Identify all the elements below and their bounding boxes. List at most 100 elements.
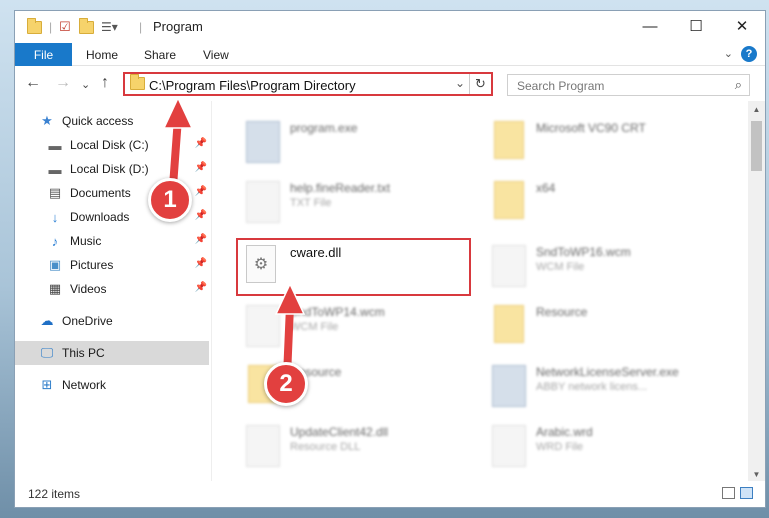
details-view-icon[interactable]	[722, 487, 735, 499]
list-item[interactable]: SndToWP16.wcm WCM File	[484, 239, 724, 295]
sidebar-item-local-disk-c[interactable]: ▬ Local Disk (C:) 📌	[15, 133, 209, 157]
sidebar-item-local-disk-d[interactable]: ▬ Local Disk (D:) 📌	[15, 157, 209, 181]
folder-icon	[130, 74, 145, 93]
sidebar-item-label: Local Disk (C:)	[70, 138, 149, 152]
navigation-pane: ★ Quick access ▬ Local Disk (C:) 📌 ▬ Loc…	[15, 101, 211, 483]
pictures-icon: ▣	[48, 257, 62, 272]
drive-icon: ▬	[48, 161, 62, 177]
address-row: ← → ⌄ ↑ C:\Program Files\Program Directo…	[15, 67, 765, 101]
tab-file[interactable]: File	[15, 43, 72, 66]
large-icons-view-icon[interactable]	[740, 487, 753, 499]
chevron-down-icon[interactable]: ⌄	[724, 47, 733, 60]
up-arrow-icon[interactable]: ↑	[101, 74, 109, 92]
file-name: Microsoft VC90 CRT	[536, 121, 646, 135]
pin-icon[interactable]: 📌	[195, 162, 207, 173]
help-icon[interactable]: ?	[741, 46, 757, 62]
tab-home[interactable]: Home	[86, 48, 118, 62]
sidebar-item-label: Documents	[70, 186, 131, 200]
sidebar-item-onedrive[interactable]: ☁ OneDrive	[15, 309, 209, 333]
app-icon	[492, 365, 526, 407]
tab-share[interactable]: Share	[144, 48, 176, 62]
file-list: program.exe Microsoft VC90 CRT help.fine…	[211, 101, 749, 483]
folder-icon	[494, 121, 524, 159]
back-arrow-icon[interactable]: ←	[25, 74, 41, 92]
file-icon	[246, 305, 280, 347]
properties-icon[interactable]: ☑	[59, 18, 71, 36]
sidebar-item-network[interactable]: ⊞ Network	[15, 373, 209, 397]
cloud-icon: ☁	[40, 313, 54, 328]
address-bar[interactable]: C:\Program Files\Program Directory ⌄ ↻	[123, 72, 493, 96]
folder-icon[interactable]	[27, 17, 42, 36]
forward-arrow-icon[interactable]: →	[55, 74, 71, 92]
search-input[interactable]: Search Program ⌕	[507, 74, 750, 96]
file-type: WCM File	[290, 321, 339, 333]
callout-2: 2	[264, 362, 308, 406]
window-title: Program	[153, 19, 203, 34]
file-name: UpdateClient42.dll	[290, 425, 389, 439]
sidebar-item-pictures[interactable]: ▣ Pictures 📌	[15, 253, 209, 277]
maximize-button[interactable]: ☐	[673, 11, 719, 41]
callout-1: 1	[148, 178, 192, 222]
explorer-window: | ☑ ☰▾ | Program — ☐ ✕ File Home Share V…	[14, 10, 766, 508]
pin-icon[interactable]: 📌	[195, 138, 207, 149]
pin-icon[interactable]: 📌	[195, 234, 207, 245]
sidebar-item-videos[interactable]: ▦ Videos 📌	[15, 277, 209, 301]
videos-icon: ▦	[48, 281, 62, 296]
search-icon[interactable]: ⌕	[735, 77, 742, 93]
text-file-icon	[246, 181, 280, 223]
dll-icon	[246, 425, 280, 467]
refresh-icon[interactable]: ↻	[469, 74, 491, 94]
network-icon: ⊞	[41, 377, 53, 392]
tab-view[interactable]: View	[203, 48, 229, 62]
list-item[interactable]: SndToWP14.wcm WCM File	[238, 299, 478, 355]
customize-quick-access-icon[interactable]: ☰▾	[101, 18, 118, 36]
list-item[interactable]: NetworkLicenseServer.exe ABBY network li…	[484, 359, 724, 415]
folder-icon	[494, 181, 524, 219]
pin-icon[interactable]: 📌	[195, 258, 207, 269]
file-icon	[492, 245, 526, 287]
list-item[interactable]: program.exe	[238, 115, 478, 171]
sidebar-item-label: Quick access	[62, 114, 134, 128]
sidebar-item-this-pc[interactable]: 🖵 This PC	[15, 341, 209, 365]
sidebar-item-music[interactable]: ♪ Music 📌	[15, 229, 209, 253]
search-placeholder: Search Program	[517, 79, 605, 93]
pin-icon[interactable]: 📌	[195, 186, 207, 197]
list-item[interactable]: Resource	[484, 299, 724, 355]
pin-icon[interactable]: 📌	[195, 210, 207, 221]
file-type: WCM File	[536, 261, 585, 273]
close-button[interactable]: ✕	[719, 11, 765, 41]
minimize-button[interactable]: —	[627, 11, 673, 41]
file-name: Resource	[536, 305, 588, 319]
list-item[interactable]: Arabic.wrd WRD File	[484, 419, 724, 475]
separator-icon: |	[139, 20, 143, 34]
scroll-thumb[interactable]	[751, 121, 762, 171]
file-type: TXT File	[290, 197, 332, 209]
file-type: ABBY network licens...	[536, 381, 648, 393]
highlight-box	[236, 238, 471, 296]
new-folder-icon[interactable]	[79, 17, 94, 36]
chevron-down-icon[interactable]: ⌄	[455, 76, 465, 90]
sidebar-item-quick-access[interactable]: ★ Quick access	[15, 109, 209, 133]
list-item[interactable]: x64	[484, 175, 724, 231]
computer-icon: 🖵	[40, 345, 54, 360]
sidebar-item-label: Music	[70, 234, 102, 248]
list-item[interactable]: help.fineReader.txt TXT File	[238, 175, 478, 231]
drive-icon: ▬	[48, 137, 62, 153]
ribbon-tabs: File Home Share View ⌄ ?	[15, 43, 765, 66]
separator-icon: |	[49, 20, 53, 34]
status-bar: 122 items	[15, 481, 765, 507]
scroll-up-icon[interactable]: ▲	[748, 101, 765, 118]
folder-icon	[494, 305, 524, 343]
file-name: help.fineReader.txt	[290, 181, 391, 195]
sidebar-item-label: Network	[62, 378, 107, 392]
list-item[interactable]: Microsoft VC90 CRT	[484, 115, 724, 171]
sidebar-item-label: Downloads	[70, 210, 130, 224]
list-item[interactable]: UpdateClient42.dll Resource DLL	[238, 419, 478, 475]
file-name: x64	[536, 181, 556, 195]
pin-icon[interactable]: 📌	[195, 282, 207, 293]
file-name: SndToWP14.wcm	[290, 305, 385, 319]
app-icon	[246, 121, 280, 163]
address-path[interactable]: C:\Program Files\Program Directory	[149, 78, 356, 93]
recent-locations-icon[interactable]: ⌄	[81, 78, 90, 91]
vertical-scrollbar[interactable]: ▲ ▼	[748, 101, 765, 483]
